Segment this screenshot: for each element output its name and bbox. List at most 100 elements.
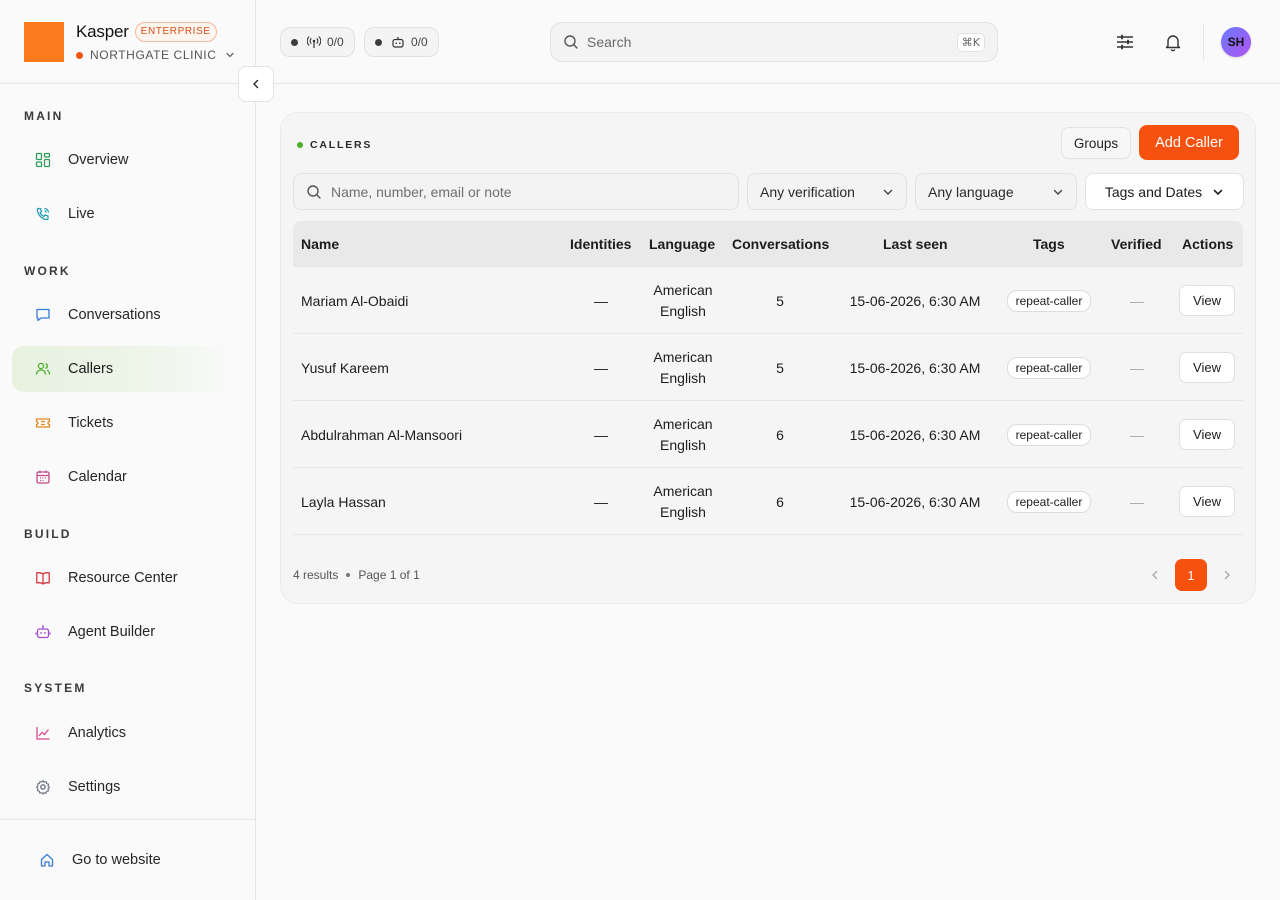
column-header-name[interactable]: Name [301, 221, 339, 267]
notifications-button[interactable] [1161, 30, 1185, 54]
sidebar-item-label: Calendar [68, 469, 127, 485]
caller-tags: repeat-caller [1001, 267, 1097, 334]
table-header: Name Identities Language Conversations L… [293, 221, 1243, 267]
antenna-icon [307, 36, 321, 48]
search-icon [307, 184, 321, 199]
column-header-conversations[interactable]: Conversations [732, 221, 829, 267]
sidebar-item-callers[interactable]: Callers [12, 346, 236, 392]
caller-actions: View [1177, 267, 1237, 334]
caller-tags: repeat-caller [1001, 468, 1097, 535]
table-row[interactable]: Layla Hassan — American English 6 15-06-… [293, 468, 1243, 535]
caller-actions: View [1177, 334, 1237, 401]
sidebar-item-conversations[interactable]: Conversations [12, 292, 236, 338]
verification-filter[interactable]: Any verification [747, 173, 907, 210]
caller-conversations: 6 [776, 426, 784, 443]
sidebar-item-tickets[interactable]: Tickets [12, 400, 236, 446]
column-header-last-seen[interactable]: Last seen [883, 221, 948, 267]
caller-search-input[interactable] [331, 183, 726, 200]
table-row[interactable]: Mariam Al-Obaidi — American English 5 15… [293, 267, 1243, 334]
sidebar-item-calendar[interactable]: Calendar [12, 454, 236, 500]
brand-logo [24, 22, 64, 62]
phone-live-icon [34, 205, 52, 223]
filters-button[interactable] [1113, 30, 1137, 54]
caller-language: American English [643, 468, 723, 535]
sidebar-item-label: Settings [68, 779, 121, 795]
gear-icon [34, 778, 52, 796]
view-button[interactable]: View [1179, 419, 1235, 450]
live-calls-status[interactable]: 0/0 [280, 27, 355, 57]
org-status-dot [76, 51, 83, 59]
caller-name: Mariam Al-Obaidi [301, 292, 409, 309]
results-count: 4 results [293, 568, 339, 582]
next-page-button[interactable] [1215, 563, 1239, 587]
tag-badge[interactable]: repeat-caller [1006, 423, 1092, 446]
search-input[interactable] [587, 34, 957, 50]
language-filter[interactable]: Any language [915, 173, 1077, 210]
sidebar-item-overview[interactable]: Overview [12, 137, 236, 183]
bell-icon [1165, 35, 1181, 52]
divider [1203, 24, 1204, 60]
go-to-website-label: Go to website [72, 852, 161, 868]
status-dot [375, 38, 382, 46]
page-button[interactable]: 1 [1175, 559, 1207, 591]
language-line-1: American [653, 281, 713, 298]
column-header-tags[interactable]: Tags [1033, 221, 1065, 267]
table-row[interactable]: Yusuf Kareem — American English 5 15-06-… [293, 334, 1243, 401]
table-row[interactable]: Abdulrahman Al-Mansoori — American Engli… [293, 401, 1243, 468]
column-header-verified[interactable]: Verified [1111, 221, 1162, 267]
view-button[interactable]: View [1179, 285, 1235, 316]
sidebar-item-resource-center[interactable]: Resource Center [12, 555, 236, 601]
view-button[interactable]: View [1179, 352, 1235, 383]
tag-badge[interactable]: repeat-caller [1006, 490, 1092, 513]
sidebar-item-settings[interactable]: Settings [12, 764, 236, 810]
divider [0, 83, 256, 84]
ticket-icon [34, 414, 52, 432]
tag-badge[interactable]: repeat-caller [1006, 289, 1092, 312]
column-header-identities[interactable]: Identities [570, 221, 631, 267]
sidebar: Kasper ENTERPRISE NORTHGATE CLINIC MAIN … [0, 0, 256, 900]
groups-button[interactable]: Groups [1061, 127, 1131, 159]
global-search[interactable]: ⌘K [550, 22, 998, 62]
sidebar-item-analytics[interactable]: Analytics [12, 710, 236, 756]
add-caller-button[interactable]: Add Caller [1139, 125, 1239, 160]
column-header-language[interactable]: Language [649, 221, 715, 267]
users-icon [34, 360, 52, 378]
language-line-1: American [653, 348, 713, 365]
separator-dot [346, 573, 351, 577]
sidebar-item-label: Analytics [68, 725, 127, 741]
language-line-1: American [653, 482, 713, 499]
chevron-down-icon [225, 52, 234, 58]
go-to-website-link[interactable]: Go to website [16, 837, 240, 883]
tags-dates-filter[interactable]: Tags and Dates [1085, 173, 1244, 210]
chevron-down-icon [1053, 189, 1063, 195]
caller-last-seen: 15-06-2026, 6:30 AM [849, 292, 981, 309]
agents-status[interactable]: 0/0 [364, 27, 439, 57]
verification-filter-value: Any verification [760, 183, 855, 200]
caller-tags: repeat-caller [1001, 401, 1097, 468]
org-switcher[interactable]: NORTHGATE CLINIC [76, 47, 235, 63]
status-dot [297, 142, 303, 148]
agents-count: 0/0 [411, 35, 428, 49]
callers-title: CALLERS [310, 139, 373, 151]
shortcut-hint: ⌘K [956, 32, 985, 52]
pagination-info: 4 results Page 1 of 1 [293, 568, 420, 582]
avatar[interactable]: SH [1221, 27, 1251, 57]
sidebar-item-label: Agent Builder [68, 624, 156, 640]
language-line-2: English [660, 369, 706, 386]
sliders-icon [1117, 34, 1133, 50]
brand[interactable]: Kasper ENTERPRISE NORTHGATE CLINIC [24, 22, 235, 62]
language-line-1: American [653, 415, 713, 432]
section-title-work: WORK [24, 264, 71, 278]
caller-search[interactable] [293, 173, 739, 210]
language-line-2: English [660, 503, 706, 520]
view-button[interactable]: View [1179, 486, 1235, 517]
sidebar-item-agent-builder[interactable]: Agent Builder [12, 609, 236, 655]
caller-language: American English [643, 334, 723, 401]
caller-name: Yusuf Kareem [301, 359, 389, 376]
collapse-sidebar-button[interactable] [238, 66, 274, 102]
topbar: 0/0 0/0 ⌘K SH [256, 0, 1280, 84]
sidebar-item-label: Overview [68, 152, 129, 168]
previous-page-button[interactable] [1143, 563, 1167, 587]
tag-badge[interactable]: repeat-caller [1006, 356, 1092, 379]
sidebar-item-live[interactable]: Live [12, 191, 236, 237]
